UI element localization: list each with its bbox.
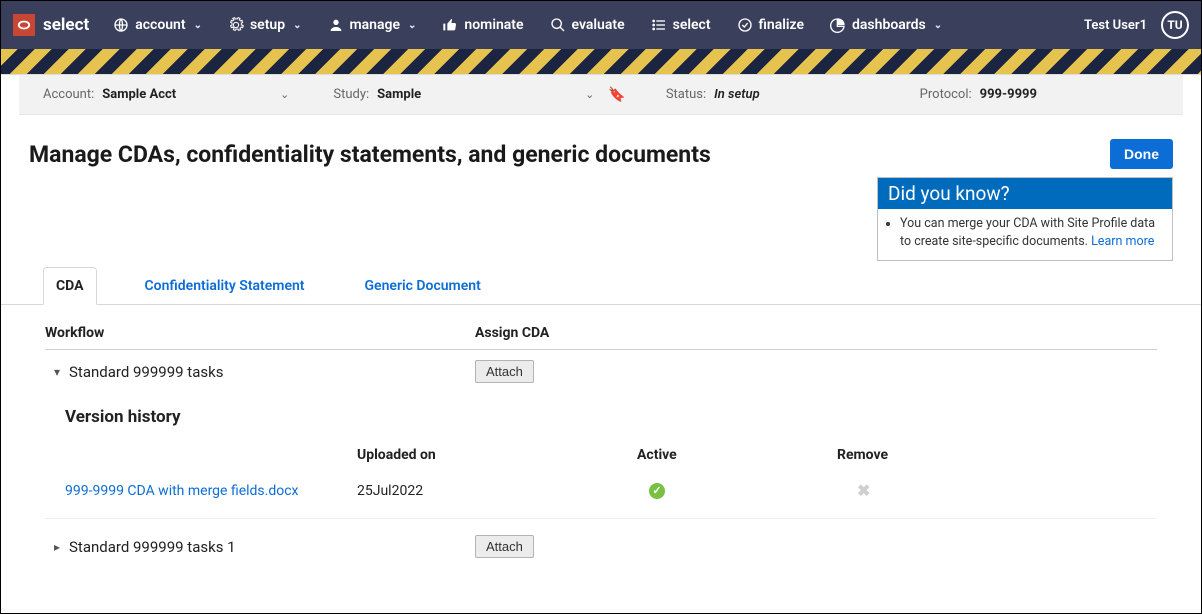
nav-finalize[interactable]: finalize: [737, 17, 804, 33]
top-nav: select account ⌄ setup ⌄ manage ⌄ nomina…: [1, 1, 1201, 49]
vh-uploaded: Uploaded on: [357, 447, 637, 463]
dyk-body: You can merge your CDA with Site Profile…: [878, 209, 1172, 260]
page-header: Manage CDAs, confidentiality statements,…: [1, 115, 1201, 177]
context-account: Account: Sample Acct: [43, 87, 176, 102]
workflow-name: Standard 999999 tasks: [69, 363, 475, 381]
dyk-title: Did you know?: [878, 178, 1172, 209]
context-status: Status: In setup: [666, 87, 760, 102]
tab-generic-document[interactable]: Generic Document: [353, 268, 493, 304]
account-label: Account:: [43, 87, 94, 102]
account-dropdown[interactable]: ⌄: [276, 88, 293, 101]
nav-setup[interactable]: setup ⌄: [228, 17, 302, 33]
avatar[interactable]: TU: [1161, 11, 1189, 39]
version-file-link[interactable]: 999-9999 CDA with merge fields.docx: [65, 483, 299, 499]
study-value: Sample: [377, 87, 421, 102]
vh-active: Active: [637, 447, 837, 463]
tab-bar: CDA Confidentiality Statement Generic Do…: [1, 267, 1201, 305]
study-dropdown[interactable]: ⌄: [581, 88, 598, 101]
workflow-col-assign: Assign CDA: [475, 325, 1157, 341]
chevron-down-icon: ⌄: [934, 20, 942, 31]
chevron-down-icon: ⌄: [194, 20, 202, 31]
person-icon: [328, 17, 344, 33]
study-label: Study:: [333, 87, 369, 102]
version-headers: Uploaded on Active Remove: [45, 437, 1157, 471]
chevron-down-icon: ⌄: [408, 20, 416, 31]
thumb-icon: [442, 17, 458, 33]
user-name: Test User1: [1084, 18, 1147, 33]
status-value: In setup: [714, 87, 760, 102]
nav-evaluate[interactable]: evaluate: [550, 17, 625, 33]
remove-icon[interactable]: ✖: [857, 481, 870, 500]
tab-cda[interactable]: CDA: [43, 267, 97, 305]
chevron-down-icon: ⌄: [293, 20, 301, 31]
brand-text: select: [43, 15, 89, 35]
context-study: Study: Sample: [333, 87, 421, 102]
workflow-name: Standard 999999 tasks 1: [69, 538, 475, 556]
attach-button[interactable]: Attach: [475, 360, 534, 383]
protocol-label: Protocol:: [920, 87, 972, 102]
brand[interactable]: select: [13, 14, 89, 36]
version-uploaded: 25Jul2022: [357, 483, 637, 499]
expand-toggle-icon[interactable]: ▸: [45, 540, 69, 554]
did-you-know-panel: Did you know? You can merge your CDA wit…: [877, 177, 1173, 261]
expand-toggle-icon[interactable]: ▾: [45, 365, 69, 379]
nav-select[interactable]: select: [651, 17, 711, 33]
check-circle-icon: [737, 17, 753, 33]
nav-label: dashboards: [852, 17, 926, 33]
globe-icon: [113, 17, 129, 33]
nav-dashboards[interactable]: dashboards ⌄: [830, 17, 942, 33]
bookmark-icon[interactable]: 🔖: [608, 87, 625, 103]
nav-label: manage: [350, 17, 401, 33]
workflow-row: ▸ Standard 999999 tasks 1 Attach: [45, 518, 1157, 568]
version-row: 999-9999 CDA with merge fields.docx 25Ju…: [45, 471, 1157, 510]
nav-nominate[interactable]: nominate: [442, 17, 523, 33]
workflow-headers: Workflow Assign CDA: [45, 325, 1157, 350]
list-icon: [651, 17, 667, 33]
protocol-value: 999-9999: [980, 87, 1037, 102]
active-check-icon: ✓: [649, 483, 665, 499]
brand-logo-icon: [13, 14, 35, 36]
search-icon: [550, 17, 566, 33]
page-title: Manage CDAs, confidentiality statements,…: [29, 141, 711, 168]
nav-items: account ⌄ setup ⌄ manage ⌄ nominate eval…: [113, 17, 1084, 33]
pie-icon: [830, 17, 846, 33]
dyk-wrap: Did you know? You can merge your CDA wit…: [1, 177, 1201, 267]
nav-label: select: [673, 17, 711, 33]
nav-label: finalize: [759, 17, 804, 33]
nav-right: Test User1 TU: [1084, 11, 1189, 39]
nav-label: account: [135, 17, 185, 33]
workflow-panel: Workflow Assign CDA ▾ Standard 999999 ta…: [1, 305, 1201, 568]
nav-label: setup: [250, 17, 285, 33]
decorative-pattern: [1, 49, 1201, 75]
nav-label: evaluate: [572, 17, 625, 33]
attach-button[interactable]: Attach: [475, 535, 534, 558]
account-value: Sample Acct: [102, 87, 176, 102]
gear-icon: [228, 17, 244, 33]
tab-confidentiality[interactable]: Confidentiality Statement: [133, 268, 317, 304]
workflow-row: ▾ Standard 999999 tasks Attach: [45, 350, 1157, 393]
done-button[interactable]: Done: [1110, 139, 1173, 169]
context-bar: Account: Sample Acct ⌄ Study: Sample ⌄ 🔖…: [19, 75, 1183, 115]
context-protocol: Protocol: 999-9999: [920, 87, 1037, 102]
nav-manage[interactable]: manage ⌄: [328, 17, 417, 33]
workflow-col-workflow: Workflow: [45, 325, 475, 341]
status-label: Status:: [666, 87, 706, 102]
nav-label: nominate: [464, 17, 523, 33]
vh-remove: Remove: [837, 447, 957, 463]
dyk-learn-more-link[interactable]: Learn more: [1091, 234, 1154, 249]
version-history-title: Version history: [45, 393, 1157, 437]
nav-account[interactable]: account ⌄: [113, 17, 202, 33]
